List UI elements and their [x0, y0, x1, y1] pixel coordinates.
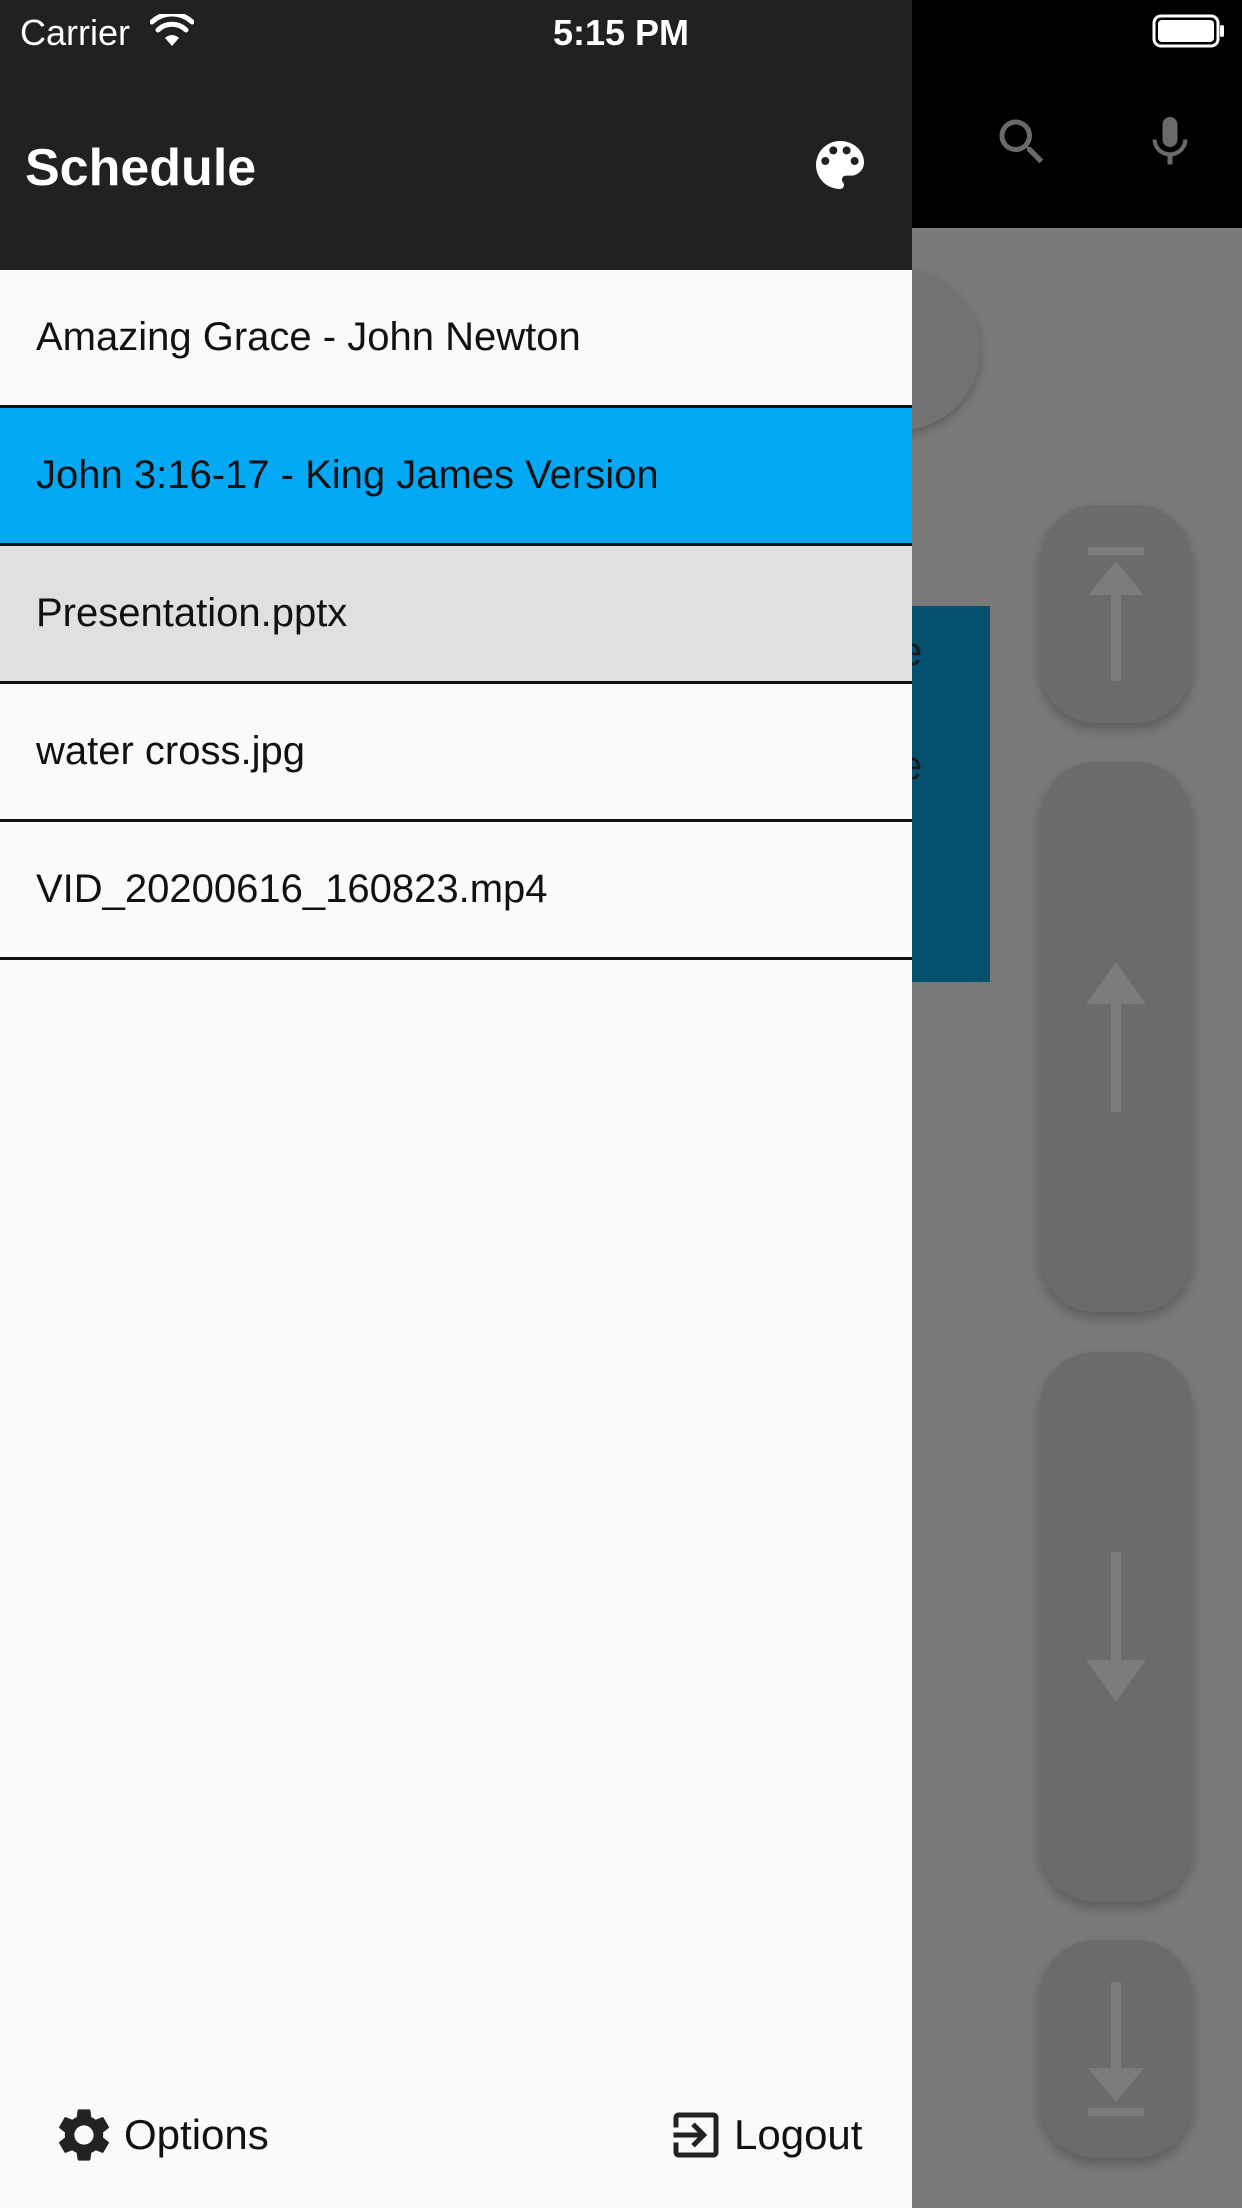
schedule-item-selected[interactable]: John 3:16-17 - King James Version [0, 408, 912, 546]
arrow-up-icon [1086, 962, 1146, 1112]
jump-to-first-button[interactable] [1040, 505, 1192, 723]
gear-icon [59, 2109, 109, 2161]
schedule-item[interactable]: water cross.jpg [0, 684, 912, 822]
schedule-item[interactable]: VID_20200616_160823.mp4 [0, 822, 912, 960]
palette-icon[interactable] [808, 133, 872, 197]
schedule-item[interactable]: Amazing Grace - John Newton [0, 270, 912, 408]
schedule-drawer: Schedule Amazing Grace - John Newton Joh… [0, 0, 912, 2208]
logout-button[interactable]: Logout [666, 2100, 862, 2170]
clock: 5:15 PM [552, 12, 690, 53]
microphone-icon[interactable] [1140, 110, 1200, 179]
drawer-title: Schedule [25, 139, 257, 197]
options-label: Options [124, 2111, 269, 2158]
schedule-list: Amazing Grace - John Newton John 3:16-17… [0, 270, 912, 960]
arrow-down-icon [1086, 1552, 1146, 1702]
schedule-item[interactable]: Presentation.pptx [0, 546, 912, 684]
battery-icon [1152, 14, 1226, 53]
arrow-to-bottom-icon [1088, 1982, 1144, 2116]
search-icon[interactable] [992, 112, 1052, 177]
jump-to-last-button[interactable] [1040, 1940, 1192, 2158]
logout-icon [673, 2112, 719, 2158]
arrow-to-top-icon [1088, 547, 1144, 681]
status-bar: Carrier 5:15 PM [0, 0, 1242, 62]
previous-button[interactable] [1040, 762, 1192, 1312]
logout-label: Logout [734, 2111, 863, 2158]
options-button[interactable]: Options [52, 2100, 269, 2170]
next-button[interactable] [1040, 1352, 1192, 1902]
